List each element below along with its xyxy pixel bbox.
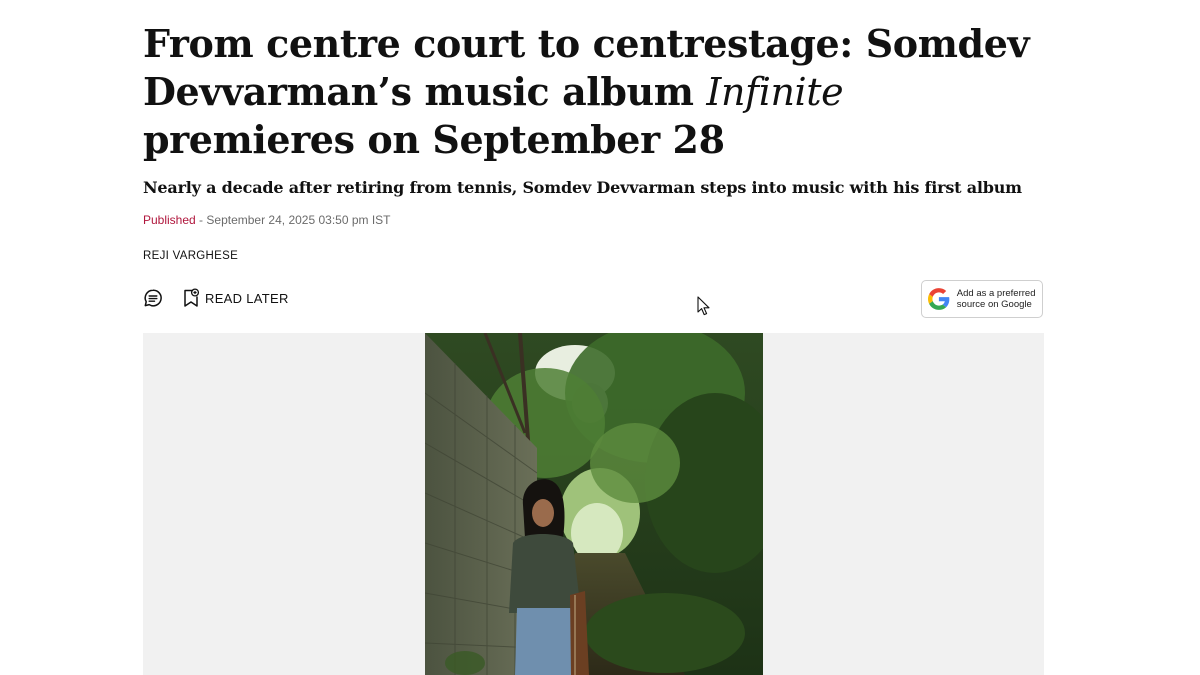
bookmark-add-icon bbox=[184, 288, 199, 307]
article-headline: From centre court to centrestage: Somdev… bbox=[143, 20, 1053, 164]
preferred-source-line2: source on Google bbox=[956, 299, 1032, 310]
read-later-button[interactable]: READ LATER bbox=[183, 288, 289, 308]
published-date: September 24, 2025 03:50 pm IST bbox=[206, 213, 391, 227]
comment-icon[interactable] bbox=[143, 288, 163, 308]
publish-info: Published - September 24, 2025 03:50 pm … bbox=[143, 212, 391, 228]
lead-photo[interactable] bbox=[425, 333, 763, 675]
published-label: Published bbox=[143, 213, 196, 227]
headline-text-start: From centre court to centrestage: Somdev… bbox=[143, 21, 1030, 114]
album-title: Infinite bbox=[706, 70, 844, 114]
article-actions: READ LATER bbox=[143, 286, 289, 310]
published-separator: - bbox=[195, 213, 207, 227]
mouse-pointer-icon bbox=[697, 296, 710, 316]
article-page: From centre court to centrestage: Somdev… bbox=[0, 0, 1200, 675]
preferred-source-line1: Add as a preferred bbox=[956, 288, 1036, 299]
add-preferred-source-google-button[interactable]: Add as a preferred source on Google bbox=[921, 280, 1043, 318]
read-later-label: READ LATER bbox=[205, 290, 289, 306]
headline-text-end: premieres on September 28 bbox=[143, 117, 725, 162]
google-g-icon bbox=[928, 288, 950, 310]
article-subheading: Nearly a decade after retiring from tenn… bbox=[143, 178, 1022, 197]
preferred-source-text: Add as a preferred source on Google bbox=[957, 288, 1042, 310]
author-byline[interactable]: REJI VARGHESE bbox=[143, 248, 238, 264]
musician-photo bbox=[425, 333, 763, 675]
lead-image-container bbox=[143, 333, 1044, 675]
